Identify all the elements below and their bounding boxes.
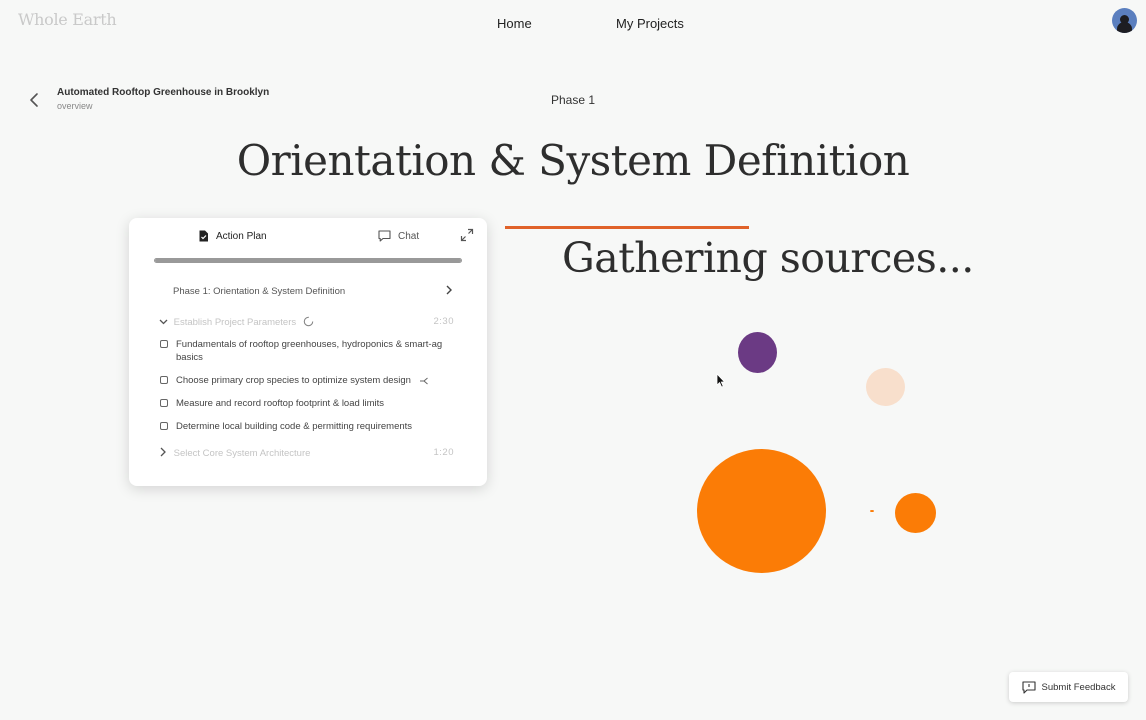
peach-blob xyxy=(866,368,905,406)
tab-action-plan-label: Action Plan xyxy=(216,230,267,242)
section-establish-parameters[interactable]: Establish Project Parameters 2:30 xyxy=(159,316,454,328)
expand-icon[interactable] xyxy=(460,228,474,242)
task-checkbox[interactable] xyxy=(160,376,168,384)
task-label: Determine local building code & permitti… xyxy=(176,421,413,432)
action-plan-panel: Action Plan Chat Phase 1: Orientation & … xyxy=(129,218,487,486)
section-title: Select Core System Architecture xyxy=(173,448,311,459)
plan-progress-fill xyxy=(155,259,461,262)
chevron-right-icon xyxy=(446,285,452,295)
submit-feedback-button[interactable]: Submit Feedback xyxy=(1009,672,1128,702)
nav-my-projects-link[interactable]: My Projects xyxy=(616,16,684,31)
document-icon xyxy=(199,230,208,242)
tab-chat[interactable]: Chat xyxy=(378,230,419,242)
accent-divider xyxy=(505,226,749,229)
section-title: Establish Project Parameters xyxy=(173,317,297,328)
section-time: 1:20 xyxy=(433,447,454,458)
mouse-cursor-icon xyxy=(716,373,726,388)
task-item[interactable]: Determine local building code & permitti… xyxy=(160,420,460,433)
tiny-orange-dot xyxy=(870,510,874,512)
phase-label: Phase 1 xyxy=(550,93,596,107)
task-item[interactable]: Fundamentals of rooftop greenhouses, hyd… xyxy=(160,338,460,364)
chat-bubble-icon xyxy=(378,230,391,242)
task-checkbox[interactable] xyxy=(160,340,168,348)
tab-chat-label: Chat xyxy=(398,230,420,242)
task-item[interactable]: Measure and record rooftop footprint & l… xyxy=(160,397,460,410)
phase-selector-label: Phase 1: Orientation & System Definition xyxy=(173,286,346,297)
task-label: Choose primary crop species to optimize … xyxy=(176,375,411,386)
tab-action-plan[interactable]: Action Plan xyxy=(198,230,267,242)
task-label: Measure and record rooftop footprint & l… xyxy=(176,398,385,409)
task-item[interactable]: Choose primary crop species to optimize … xyxy=(160,374,460,387)
chevron-right-icon xyxy=(160,447,166,457)
chevron-down-icon xyxy=(159,319,168,325)
large-orange-blob xyxy=(697,449,826,573)
phase-selector[interactable]: Phase 1: Orientation & System Definition xyxy=(173,285,453,297)
small-orange-blob xyxy=(895,493,936,533)
task-checkbox[interactable] xyxy=(160,422,168,430)
purple-blob xyxy=(738,332,777,373)
feedback-icon xyxy=(1021,680,1036,694)
user-avatar[interactable] xyxy=(1112,8,1137,33)
task-label: Fundamentals of rooftop greenhouses, hyd… xyxy=(176,339,443,363)
app-logo[interactable]: Whole Earth xyxy=(18,10,117,29)
section-core-architecture[interactable]: Select Core System Architecture 1:20 xyxy=(159,447,454,459)
task-checkbox[interactable] xyxy=(160,399,168,407)
loading-spinner-icon xyxy=(303,316,314,327)
status-heading: Gathering sources... xyxy=(562,234,974,282)
page-title: Orientation & System Definition xyxy=(236,136,910,185)
plan-progress-bar xyxy=(154,258,462,263)
branch-icon xyxy=(419,377,428,385)
section-time: 2:30 xyxy=(433,316,454,327)
submit-feedback-label: Submit Feedback xyxy=(1041,681,1116,693)
nav-home-link[interactable]: Home xyxy=(497,16,532,31)
